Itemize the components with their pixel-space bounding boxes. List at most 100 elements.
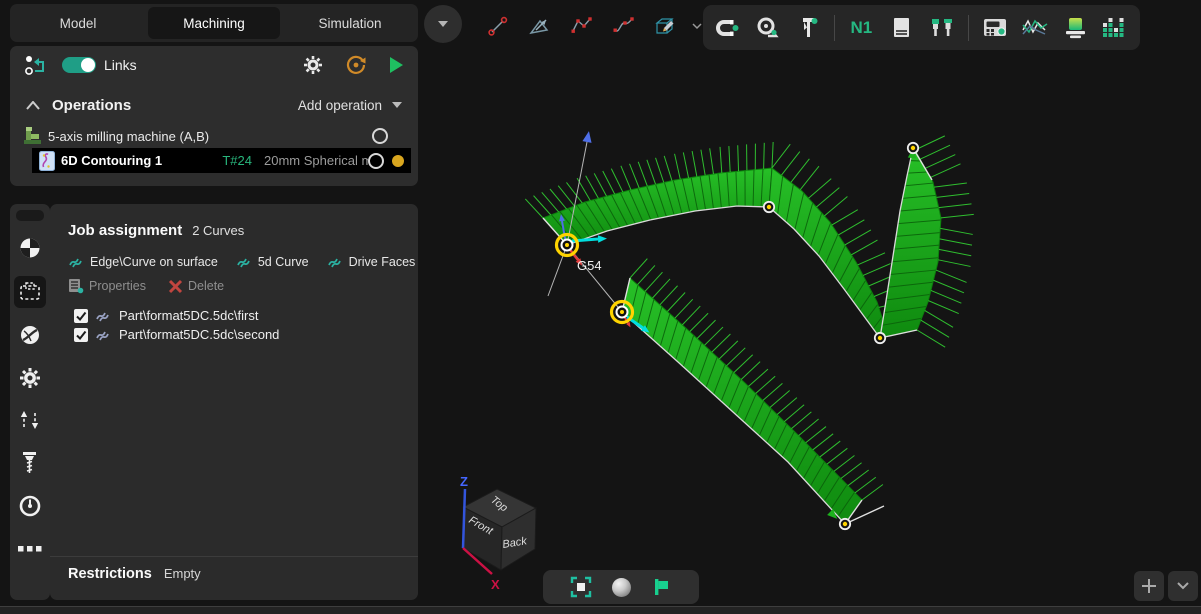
run-operation-icon[interactable] xyxy=(389,56,404,74)
polyline-icon xyxy=(570,14,594,38)
curve-list-item[interactable]: Part\format5DC.5dc\first xyxy=(74,308,258,323)
tab-model[interactable]: Model xyxy=(12,7,144,39)
sphere-icon xyxy=(612,578,631,597)
gcode-label: N1 xyxy=(850,18,872,38)
checkbox-checked[interactable] xyxy=(74,309,88,323)
statistics-icon xyxy=(1101,15,1129,41)
workpiece-icon xyxy=(19,237,41,259)
tab-machining[interactable]: Machining xyxy=(148,7,280,39)
operation-tool-desc: 20mm Spherical m xyxy=(264,153,368,168)
viewport-controls xyxy=(543,570,699,604)
curve-icon xyxy=(68,254,85,269)
mode-tabbar: Model Machining Simulation xyxy=(10,4,418,42)
drive-surface-2[interactable] xyxy=(622,259,883,524)
curve-point[interactable] xyxy=(908,143,918,153)
machine-control-button[interactable] xyxy=(978,11,1012,45)
tool-stack-icon xyxy=(1061,15,1089,41)
drive-surface-1c[interactable] xyxy=(880,136,974,347)
line-icon xyxy=(486,14,510,38)
delete-x-icon xyxy=(168,279,183,294)
check-icon xyxy=(75,329,87,341)
sidebar-handle[interactable] xyxy=(16,210,44,221)
caliper-button[interactable] xyxy=(791,11,825,45)
measure-button[interactable] xyxy=(751,11,785,45)
sidebar-item-strategy[interactable] xyxy=(10,319,50,351)
chevron-down-icon[interactable] xyxy=(692,23,702,30)
links-toggle[interactable] xyxy=(62,57,96,73)
zoom-fit-button[interactable] xyxy=(569,575,593,599)
tab-simulation[interactable]: Simulation xyxy=(284,7,416,39)
magnet-icon xyxy=(715,15,741,41)
spline-tool-button[interactable] xyxy=(608,10,640,42)
operation-tool-number: T#24 xyxy=(222,153,252,168)
calculator-icon xyxy=(981,15,1009,41)
polyline-tool-button[interactable] xyxy=(566,10,598,42)
sketch-on-solid-button[interactable] xyxy=(650,10,682,42)
gcode-button[interactable]: N1 xyxy=(844,11,878,45)
operation-enable-radio[interactable] xyxy=(372,128,388,144)
curve-list-item[interactable]: Part\format5DC.5dc\second xyxy=(74,327,279,342)
properties-icon xyxy=(68,278,84,294)
sidebar-item-feeds[interactable] xyxy=(10,490,50,522)
nav-cube[interactable]: TopFrontBackZX xyxy=(460,474,536,592)
curve-point[interactable] xyxy=(875,333,885,343)
plus-icon xyxy=(1142,579,1156,593)
restrictions-title: Restrictions xyxy=(68,566,152,582)
curve-point[interactable] xyxy=(840,519,850,529)
graphs-button[interactable] xyxy=(1018,11,1052,45)
sidebar-item-parameters[interactable] xyxy=(10,362,50,394)
add-drive-faces-button[interactable]: Drive Faces xyxy=(327,254,416,269)
statistics-button[interactable] xyxy=(1098,11,1132,45)
chevron-down-icon xyxy=(437,20,449,28)
strategy-icon xyxy=(19,324,41,346)
flag-button[interactable] xyxy=(649,575,673,599)
sidebar-item-job-assignment[interactable] xyxy=(10,276,50,308)
recalculate-icon[interactable] xyxy=(345,54,367,76)
collapse-chevron-icon[interactable] xyxy=(26,101,40,110)
operation-enable-radio[interactable] xyxy=(368,153,384,169)
gear-icon[interactable] xyxy=(303,55,323,75)
tool-stack-button[interactable] xyxy=(1058,11,1092,45)
chevron-down-icon xyxy=(1177,582,1189,590)
sidebar-item-tool[interactable] xyxy=(10,447,50,479)
job-assignment-title: Job assignment xyxy=(68,222,182,239)
properties-button[interactable]: Properties xyxy=(68,278,146,294)
workpiece-sheet-button[interactable] xyxy=(884,11,918,45)
operation-name: 6D Contouring 1 xyxy=(61,153,162,168)
axis-z-label: Z xyxy=(460,474,468,489)
add-edge-curve-button[interactable]: Edge\Curve on surface xyxy=(68,254,218,269)
line-tool-button[interactable] xyxy=(482,10,514,42)
waveform-icon xyxy=(1021,15,1049,41)
tooling-button[interactable] xyxy=(925,11,959,45)
toolbar-separator xyxy=(834,15,835,41)
operation-row-machine[interactable]: 5-axis milling machine (A,B) xyxy=(24,124,414,148)
curve-icon xyxy=(95,327,112,342)
contouring-operation-icon xyxy=(39,151,55,171)
view-list-button[interactable] xyxy=(1168,571,1198,601)
sidebar-item-approach-return[interactable] xyxy=(10,404,50,436)
drive-surface-2-normals xyxy=(630,259,883,500)
operation-row-contouring[interactable]: 6D Contouring 1 T#24 20mm Spherical m xyxy=(32,148,411,173)
delete-button[interactable]: Delete xyxy=(168,279,224,294)
sidebar-item-workpiece[interactable] xyxy=(10,232,50,264)
caret-down-icon xyxy=(392,102,402,108)
zoom-fit-icon xyxy=(570,576,592,598)
add-operation-button[interactable]: Add operation xyxy=(298,98,402,113)
curve-icon xyxy=(236,254,253,269)
surface-arrow-tool-button[interactable] xyxy=(524,10,556,42)
quick-menu-button[interactable] xyxy=(424,5,462,43)
machine-icon xyxy=(24,127,42,145)
shading-mode-button[interactable] xyxy=(609,575,633,599)
measure-tape-icon xyxy=(755,15,781,41)
add-5d-curve-button[interactable]: 5d Curve xyxy=(236,254,309,269)
curve-icon xyxy=(95,308,112,323)
add-view-button[interactable] xyxy=(1134,571,1164,601)
restrictions-section[interactable]: Restrictions Empty xyxy=(68,566,201,582)
job-assignment-panel: Job assignment 2 Curves Edge\Curve on su… xyxy=(50,204,418,600)
checkbox-checked[interactable] xyxy=(74,328,88,342)
divider xyxy=(50,556,418,557)
snap-button[interactable] xyxy=(711,11,745,45)
axis-x-label: X xyxy=(491,577,500,592)
curve-point[interactable] xyxy=(764,202,774,212)
sidebar-item-more[interactable] xyxy=(10,533,50,565)
